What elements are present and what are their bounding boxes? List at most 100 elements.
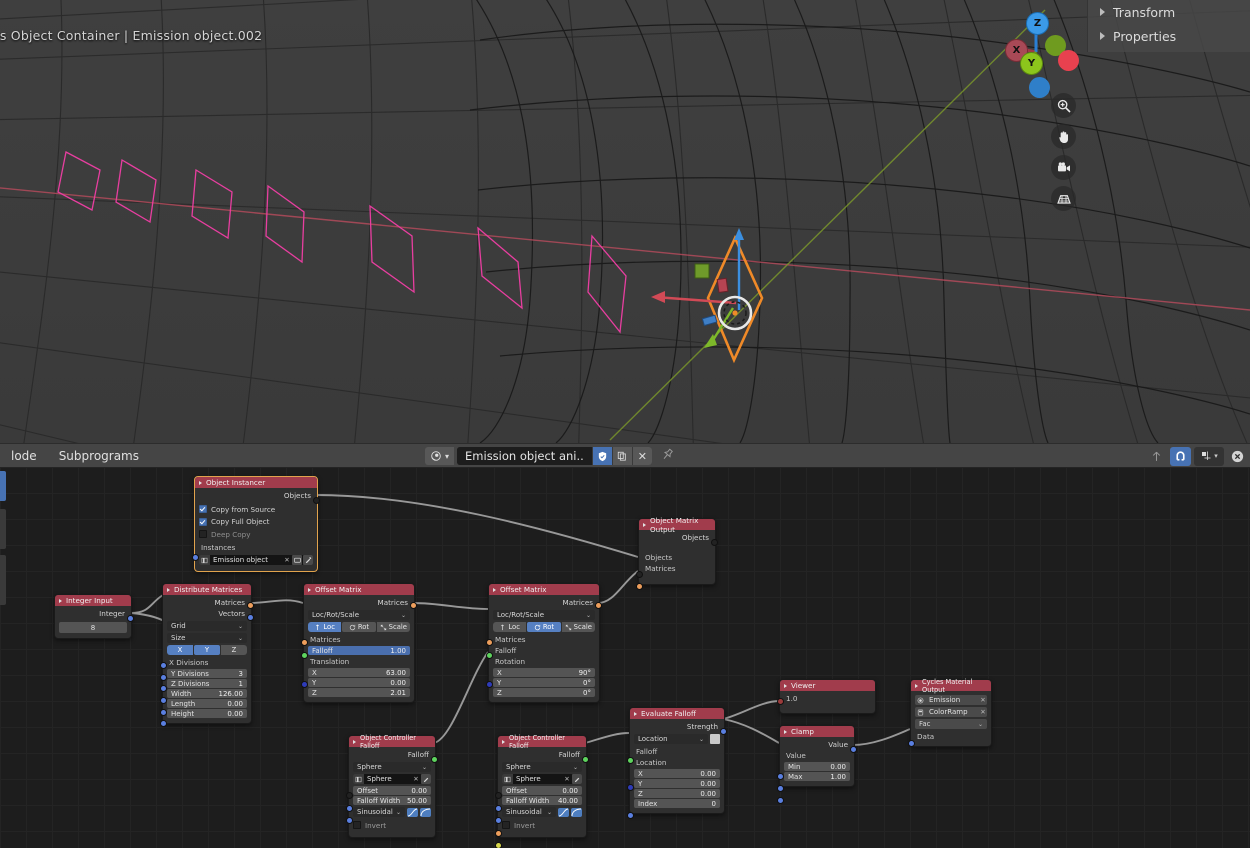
socket-in-matrices[interactable] xyxy=(486,639,493,646)
socket-in-translation[interactable] xyxy=(301,681,308,688)
menu-node[interactable]: lode xyxy=(0,449,48,463)
sidepanel-item-properties[interactable]: Properties xyxy=(1088,24,1250,48)
shield-icon[interactable] xyxy=(591,447,612,465)
node-cycles-material-output[interactable]: Cycles Material Output Emission ✕ ColorR… xyxy=(908,678,992,747)
field-falloff-width[interactable]: Falloff Width 40.00 xyxy=(502,796,582,805)
socket-out-matrices[interactable] xyxy=(595,602,602,609)
socket-in-offset[interactable] xyxy=(495,805,502,812)
output-socket-objects[interactable]: Objects xyxy=(643,532,711,543)
node-header[interactable]: Clamp xyxy=(780,726,854,737)
socket-in-max[interactable] xyxy=(777,797,784,804)
gizmo-axis-x-neg[interactable] xyxy=(1058,50,1079,71)
clear-x-icon[interactable]: ✕ xyxy=(979,696,987,704)
material-selector-emission[interactable]: Emission ✕ xyxy=(915,695,987,705)
axis-toggle-y[interactable]: Y xyxy=(194,645,220,655)
output-socket-value[interactable]: Value xyxy=(784,739,850,750)
socket-in-height[interactable] xyxy=(160,720,167,727)
socket-out-vectors[interactable] xyxy=(247,614,254,621)
gizmo-axis-z[interactable]: Z xyxy=(1026,12,1049,35)
node-offset-matrix-loc[interactable]: Offset Matrix Matrices Loc/Rot/Scale ⌄ L… xyxy=(301,583,417,703)
node-object-instancer[interactable]: Object Instancer Objects Copy from Sourc… xyxy=(192,476,320,572)
list-icon[interactable] xyxy=(710,734,720,744)
output-socket-matrices[interactable]: Matrices xyxy=(493,597,595,608)
input-socket-matrices[interactable]: Matrices xyxy=(308,634,410,645)
output-socket-matrices[interactable]: Matrices xyxy=(308,597,410,608)
field-min[interactable]: Min 0.00 xyxy=(784,762,850,771)
node-header[interactable]: Offset Matrix xyxy=(489,584,599,595)
output-socket-falloff[interactable]: Falloff xyxy=(353,749,431,760)
output-socket-vectors[interactable]: Vectors xyxy=(167,608,247,619)
transform-toggle-group[interactable]: Loc Rot Scale xyxy=(308,622,410,632)
field-rotation-x[interactable]: X 90° xyxy=(493,668,595,677)
object-selector-sphere[interactable]: Sphere ✕ xyxy=(502,774,582,784)
socket-out-falloff[interactable] xyxy=(431,756,438,763)
input-socket-falloff[interactable]: Falloff xyxy=(634,746,720,757)
node-object-controller-falloff-2[interactable]: Object Controller Falloff Falloff Sphere… xyxy=(495,734,589,848)
eyedropper-icon[interactable] xyxy=(572,774,582,784)
input-socket-value[interactable]: Value xyxy=(784,750,850,761)
node-header[interactable]: Object Instancer xyxy=(195,477,317,488)
socket-out-strength[interactable] xyxy=(720,728,727,735)
sidepanel-item-transform[interactable]: Transform xyxy=(1088,0,1250,24)
offscreen-node-strip-3[interactable] xyxy=(0,555,6,605)
snap-target-icon[interactable]: ▾ xyxy=(1194,446,1224,466)
socket-out-value[interactable] xyxy=(850,746,857,753)
field-translation-x[interactable]: X 63.00 xyxy=(308,668,410,677)
socket-in-min[interactable] xyxy=(777,785,784,792)
socket-in-falloff-width[interactable] xyxy=(346,817,353,824)
field-location-y[interactable]: Y 0.00 xyxy=(634,779,720,788)
dropdown-distribution-mode[interactable]: Grid ⌄ xyxy=(167,621,247,631)
gizmo-axis-y[interactable]: Y xyxy=(1020,52,1043,75)
socket-in-instances[interactable] xyxy=(192,554,199,561)
dropdown-falloff-type[interactable]: Sphere ⌄ xyxy=(353,762,431,772)
3d-viewport[interactable]: es Object Container | Emission object.00… xyxy=(0,0,1250,443)
node-header[interactable]: Evaluate Falloff xyxy=(630,708,724,719)
field-y-divisions[interactable]: Y Divisions 3 xyxy=(167,669,247,678)
eyedropper-icon[interactable] xyxy=(421,774,431,784)
checkbox-copy-full-object[interactable]: Copy Full Object xyxy=(199,517,313,526)
node-clamp[interactable]: Clamp Value Value Min 0.00 Max 1.00 xyxy=(777,725,857,804)
collapse-caret-icon[interactable] xyxy=(199,480,202,485)
socket-out-falloff[interactable] xyxy=(582,756,589,763)
output-socket-objects[interactable]: Objects xyxy=(199,490,313,501)
object-selector-instances[interactable]: Emission object ✕ xyxy=(199,555,313,565)
dropdown-interpolation[interactable]: Sinusoidal ⌄ xyxy=(353,807,405,817)
toggle-scale[interactable]: Scale xyxy=(376,622,410,632)
socket-out-matrices[interactable] xyxy=(410,602,417,609)
socket-out-matrices[interactable] xyxy=(247,602,254,609)
navigation-gizmo[interactable]: Z X Y xyxy=(995,4,1081,98)
socket-in-z-divisions[interactable] xyxy=(160,685,167,692)
axis-toggle-group[interactable]: X Y Z xyxy=(167,645,247,655)
screen-icon[interactable] xyxy=(292,555,302,565)
socket-in-offset[interactable] xyxy=(346,805,353,812)
node-header[interactable]: Object Matrix Output xyxy=(639,516,715,534)
socket-in-falloff[interactable] xyxy=(486,652,493,659)
output-socket-matrices[interactable]: Matrices xyxy=(167,597,247,608)
field-offset[interactable]: Offset 0.00 xyxy=(502,786,582,795)
input-socket-matrices[interactable]: Matrices xyxy=(643,563,711,574)
collapse-caret-icon[interactable] xyxy=(59,598,62,603)
dropdown-interpolation[interactable]: Sinusoidal ⌄ xyxy=(502,807,556,817)
dropdown-evaluate-mode[interactable]: Location ⌄ xyxy=(634,734,708,744)
socket-in-falloff[interactable] xyxy=(627,757,634,764)
socket-in-location[interactable] xyxy=(627,784,634,791)
node-integer-input[interactable]: Integer Input Integer 8 xyxy=(54,594,134,639)
input-socket-value[interactable]: 1.0 xyxy=(784,693,871,704)
socket-in-value[interactable] xyxy=(777,773,784,780)
field-index[interactable]: Index 0 xyxy=(634,799,720,808)
clear-x-icon[interactable]: ✕ xyxy=(563,775,571,783)
socket-in-width[interactable] xyxy=(160,697,167,704)
field-rotation-y[interactable]: Y 0° xyxy=(493,678,595,687)
node-viewer[interactable]: Viewer 1.0 xyxy=(777,679,876,714)
dropdown-transform-mode[interactable]: Loc/Rot/Scale ⌄ xyxy=(308,610,410,620)
integer-value-field[interactable]: 8 xyxy=(59,622,127,633)
field-rotation-z[interactable]: Z 0° xyxy=(493,688,595,697)
socket-in-length[interactable] xyxy=(160,709,167,716)
input-socket-objects[interactable]: Objects xyxy=(643,552,711,563)
socket-in-data[interactable] xyxy=(908,740,915,747)
socket-in-rotation[interactable] xyxy=(486,681,493,688)
collapse-caret-icon[interactable] xyxy=(502,739,505,744)
x-icon[interactable]: ✕ xyxy=(631,447,652,465)
collapse-caret-icon[interactable] xyxy=(643,522,646,527)
curve-ease-out-icon[interactable] xyxy=(571,807,582,817)
